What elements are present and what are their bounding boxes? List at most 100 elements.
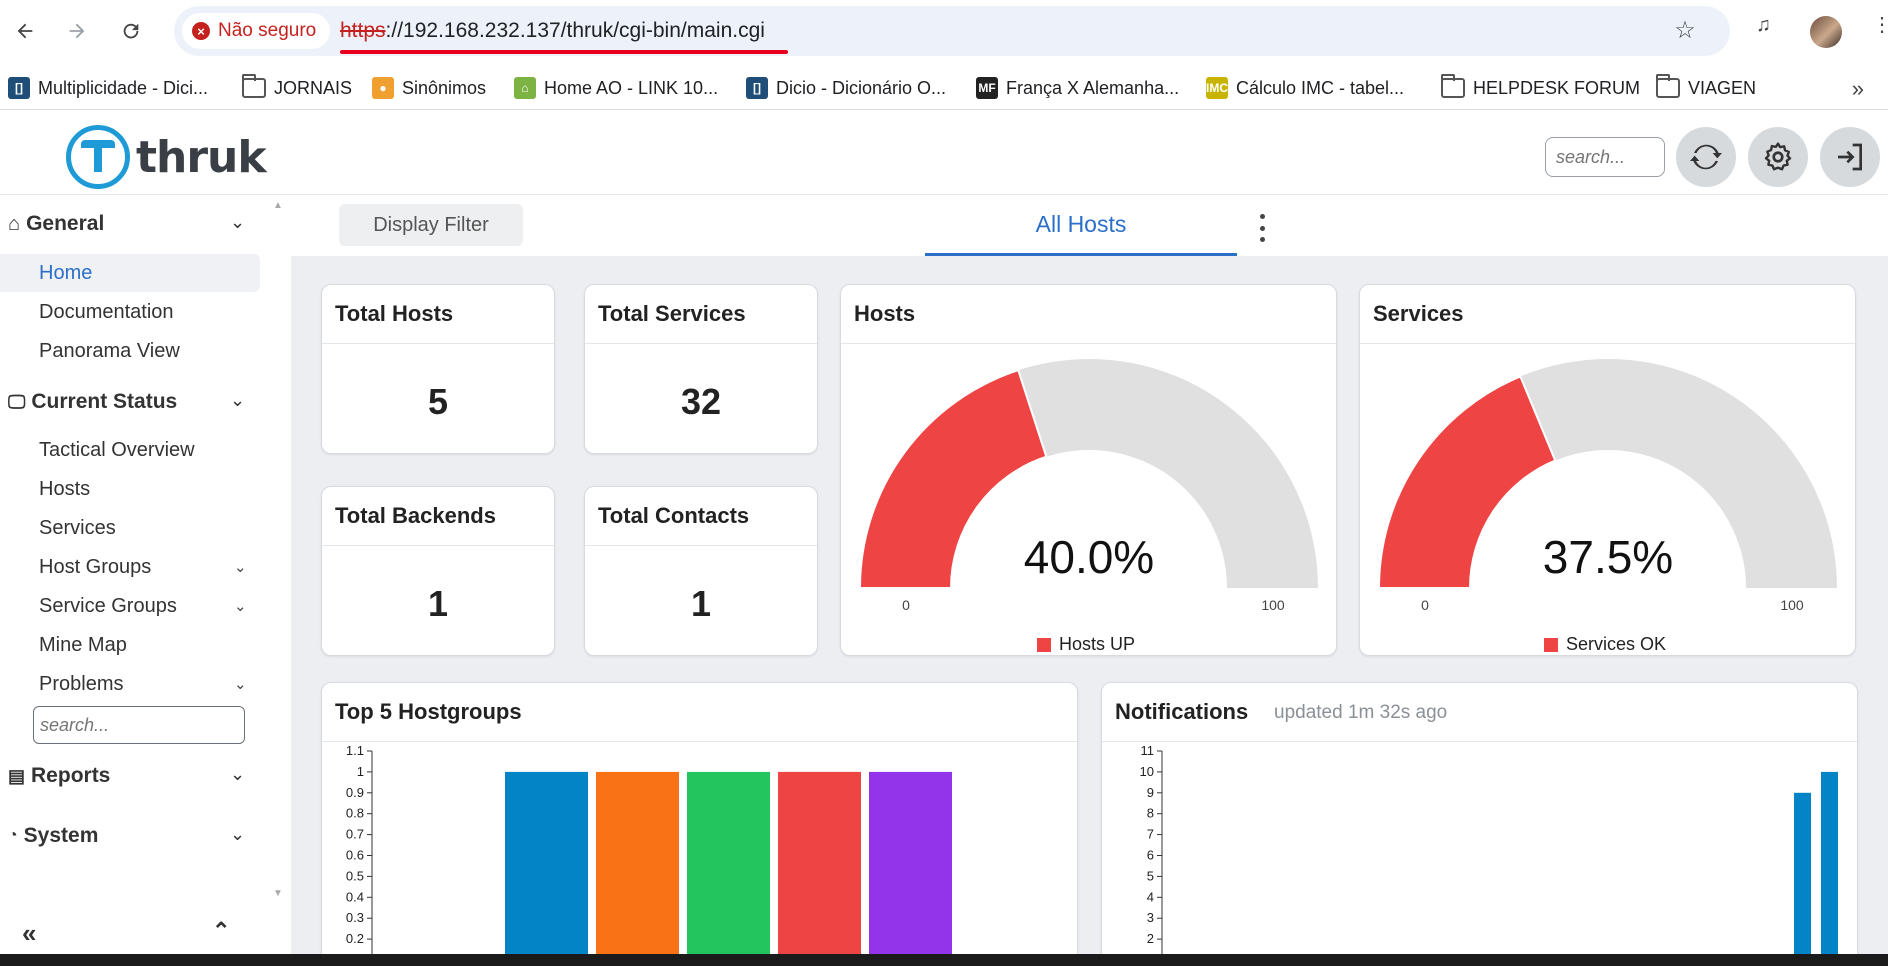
bar[interactable] bbox=[1794, 792, 1811, 954]
forward-button[interactable] bbox=[60, 14, 94, 48]
bar[interactable] bbox=[778, 771, 861, 954]
card-total-services[interactable]: Total Services 32 bbox=[584, 284, 818, 454]
card-hosts-gauge[interactable]: Hosts 40.0% 0 100 Hosts UP bbox=[840, 284, 1337, 656]
notifications-updated-label: updated 1m 32s ago bbox=[1274, 702, 1448, 723]
total-hosts-value: 5 bbox=[427, 381, 449, 422]
gauge-max-label: 100 bbox=[1780, 597, 1804, 613]
bookmark-item[interactable]: [] Dicio - Dicionário O... bbox=[746, 74, 946, 102]
thruk-logo-icon bbox=[66, 125, 130, 189]
sidebar-item-services[interactable]: Services bbox=[39, 517, 116, 540]
collapse-sidebar-icon[interactable]: « bbox=[22, 918, 36, 949]
scroll-to-top-icon[interactable]: ⌃ bbox=[212, 918, 230, 944]
gauge-percent-label: 40.0% bbox=[1024, 531, 1154, 583]
bar[interactable] bbox=[596, 771, 679, 954]
bookmark-item[interactable]: MF França X Alemanha... bbox=[976, 74, 1179, 102]
sidebar-item-panorama-view[interactable]: Panorama View bbox=[39, 340, 180, 363]
y-tick-label: 4 bbox=[1147, 889, 1154, 904]
card-total-hosts[interactable]: Total Hosts 5 bbox=[321, 284, 555, 454]
gauge-min-label: 0 bbox=[902, 597, 910, 613]
sidebar-item-documentation[interactable]: Documentation bbox=[39, 301, 174, 324]
main-dashboard: Display Filter All Hosts Total Hosts 5 T… bbox=[291, 196, 1888, 954]
favicon-icon: ⌂ bbox=[514, 77, 536, 99]
sidebar-item-service-groups[interactable]: Service Groups bbox=[39, 595, 177, 618]
card-total-contacts[interactable]: Total Contacts 1 bbox=[584, 486, 818, 656]
bookmark-item[interactable]: IMC Cálculo IMC - tabel... bbox=[1206, 74, 1404, 102]
y-tick-label: 0.9 bbox=[346, 785, 364, 800]
browser-toolbar: × Não seguro https://192.168.232.137/thr… bbox=[0, 0, 1888, 64]
sidebar-section-general[interactable]: ⌂ General bbox=[8, 212, 104, 236]
card-divider bbox=[322, 343, 554, 344]
hostgroups-bar-chart: 0.2 0.3 0.4 0.5 0.6 0.7 0.8 0.9 1 1.1 bbox=[346, 743, 952, 954]
bookmark-item[interactable]: ● Sinônimos bbox=[372, 74, 486, 102]
chevron-down-icon[interactable]: ⌄ bbox=[230, 390, 252, 412]
total-backends-value: 1 bbox=[427, 583, 449, 624]
tab-all-hosts[interactable]: All Hosts bbox=[925, 196, 1237, 256]
bookmark-item[interactable]: JORNAIS bbox=[242, 74, 352, 102]
sidebar-section-system[interactable]: ◔ System bbox=[8, 824, 98, 848]
sidebar-section-reports[interactable]: ▤ Reports bbox=[8, 764, 110, 788]
sidebar-search-input[interactable] bbox=[33, 706, 245, 744]
bookmarks-bar: » [] Multiplicidade - Dici... JORNAIS ● Sinô… bbox=[0, 66, 1888, 110]
settings-button[interactable] bbox=[1748, 127, 1808, 187]
sidebar-section-current-status[interactable]: 🖵 Current Status bbox=[8, 390, 177, 414]
hosts-gauge-chart: 40.0% 0 100 bbox=[858, 359, 1318, 613]
profile-avatar[interactable] bbox=[1810, 16, 1842, 48]
y-tick-label: 0.2 bbox=[346, 931, 364, 946]
security-indicator[interactable]: × Não seguro bbox=[182, 13, 331, 49]
thruk-logo[interactable]: thruk bbox=[66, 125, 267, 189]
bookmark-star-icon[interactable]: ☆ bbox=[1672, 18, 1698, 44]
y-tick-label: 8 bbox=[1147, 806, 1154, 821]
bar[interactable] bbox=[1821, 771, 1838, 954]
address-bar[interactable]: × Não seguro https://192.168.232.137/thr… bbox=[174, 6, 1730, 56]
folder-icon bbox=[1441, 74, 1465, 98]
display-filter-button[interactable]: Display Filter bbox=[339, 204, 523, 246]
bar[interactable] bbox=[869, 771, 952, 954]
bookmark-item[interactable]: [] Multiplicidade - Dici... bbox=[8, 74, 208, 102]
sidebar-item-tactical-overview[interactable]: Tactical Overview bbox=[39, 439, 195, 462]
card-top-hostgroups[interactable]: Top 5 Hostgroups 0.2 0.3 0.4 0.5 0.6 0.7 0.8 0.… bbox=[321, 682, 1078, 954]
bookmark-label: Multiplicidade - Dici... bbox=[38, 77, 209, 98]
reload-button[interactable] bbox=[114, 14, 148, 48]
menu-kebab-icon[interactable]: ⋮ bbox=[1872, 12, 1888, 37]
sidebar-item-hosts[interactable]: Hosts bbox=[39, 478, 90, 501]
card-divider bbox=[585, 343, 817, 344]
section-label: General bbox=[26, 212, 105, 235]
gauge-max-label: 100 bbox=[1261, 597, 1285, 613]
sidebar-item-problems[interactable]: Problems bbox=[39, 673, 123, 696]
bookmark-item[interactable]: HELPDESK FORUM bbox=[1441, 74, 1640, 102]
sidebar-item-home[interactable]: Home bbox=[39, 262, 92, 285]
sidebar-item-host-groups[interactable]: Host Groups bbox=[39, 556, 151, 579]
favicon-icon: IMC bbox=[1206, 77, 1228, 99]
header-search-input[interactable] bbox=[1545, 137, 1665, 177]
chevron-down-icon[interactable]: ⌄ bbox=[234, 558, 247, 576]
back-button[interactable] bbox=[8, 14, 42, 48]
chevron-down-icon[interactable]: ⌄ bbox=[230, 212, 252, 234]
legend-label: Services OK bbox=[1566, 634, 1667, 654]
bar[interactable] bbox=[505, 771, 588, 954]
chevron-down-icon[interactable]: ⌄ bbox=[230, 764, 252, 786]
security-label: Não seguro bbox=[218, 20, 317, 41]
refresh-button[interactable] bbox=[1676, 127, 1736, 187]
chevron-down-icon[interactable]: ⌄ bbox=[234, 597, 247, 615]
scroll-down-icon[interactable]: ▼ bbox=[273, 888, 283, 899]
sidebar-item-mine-map[interactable]: Mine Map bbox=[39, 634, 127, 657]
scroll-up-icon[interactable]: ▲ bbox=[273, 200, 283, 211]
logout-button[interactable] bbox=[1820, 127, 1880, 187]
card-notifications[interactable]: Notifications updated 1m 32s ago 2 3 4 5 6 7 8… bbox=[1101, 682, 1858, 954]
more-bookmarks-icon[interactable]: » bbox=[1852, 76, 1864, 102]
card-services-gauge[interactable]: Services 37.5% 0 100 Services OK bbox=[1359, 284, 1856, 656]
tab-menu-kebab-icon[interactable] bbox=[1257, 214, 1267, 242]
favicon-icon: [] bbox=[746, 77, 768, 99]
media-controls-icon[interactable]: ♫ bbox=[1756, 14, 1771, 37]
chevron-down-icon[interactable]: ⌄ bbox=[230, 824, 252, 846]
sidebar: ▲ ⌂ General ⌄ Home Documentation Panoram… bbox=[0, 196, 290, 954]
bookmark-item[interactable]: ⌂ Home AO - LINK 10... bbox=[514, 74, 718, 102]
bar[interactable] bbox=[687, 771, 770, 954]
services-gauge-chart: 37.5% 0 100 bbox=[1377, 359, 1837, 613]
card-total-backends[interactable]: Total Backends 1 bbox=[321, 486, 555, 656]
card-title: Hosts bbox=[854, 301, 916, 326]
card-title: Total Services bbox=[598, 301, 746, 326]
bookmark-item[interactable]: VIAGEN bbox=[1656, 74, 1756, 102]
url-text[interactable]: https://192.168.232.137/thruk/cgi-bin/ma… bbox=[340, 19, 765, 43]
chevron-down-icon[interactable]: ⌄ bbox=[234, 675, 247, 693]
